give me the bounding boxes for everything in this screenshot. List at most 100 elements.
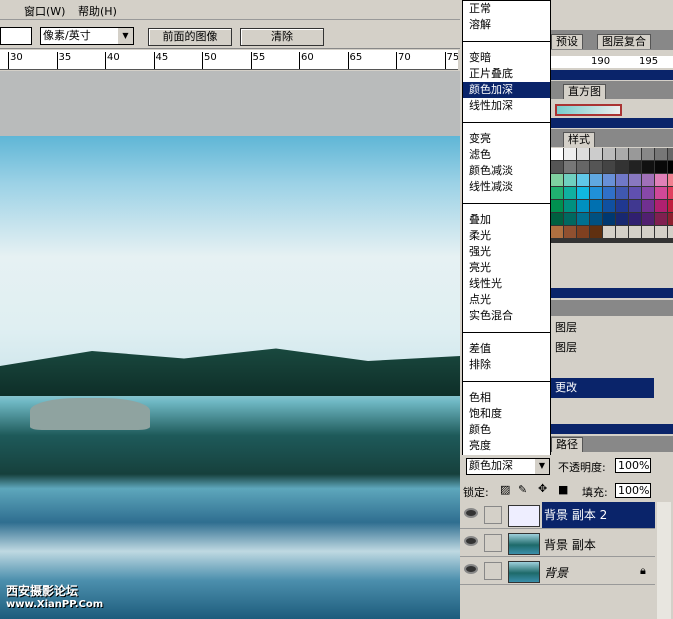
eye-icon[interactable] [464,564,478,574]
blend-mode-option[interactable]: 线性加深 [463,98,550,114]
menu-help[interactable]: 帮助(H) [78,3,117,19]
lock-transparency-icon[interactable]: ▨ [500,483,510,496]
layer-name[interactable]: 背景 [544,564,568,581]
blend-mode-option[interactable]: 亮光 [463,260,550,276]
menu-window[interactable]: 窗口(W) [24,3,65,19]
layer-row[interactable]: 背景 副本 [460,530,655,557]
tab-styles[interactable]: 样式 [563,132,595,147]
color-swatch[interactable] [590,213,602,225]
opacity-input[interactable]: 100% [615,458,651,473]
color-swatch[interactable] [668,174,673,186]
color-swatch[interactable] [590,148,602,160]
color-swatch[interactable] [616,213,628,225]
blend-mode-select[interactable]: 颜色加深 ▼ [466,458,550,475]
blend-mode-option[interactable]: 叠加 [463,212,550,228]
swatches-titlebar[interactable] [551,118,673,128]
color-swatch[interactable] [577,213,589,225]
color-swatch[interactable] [603,148,615,160]
color-swatch[interactable] [616,174,628,186]
history-item[interactable]: 图层 [551,318,654,338]
color-swatch[interactable] [642,174,654,186]
blend-mode-option[interactable]: 正片叠底 [463,66,550,82]
color-swatch[interactable] [655,161,667,173]
blend-mode-option[interactable]: 饱和度 [463,406,550,422]
blend-mode-option[interactable]: 排除 [463,357,550,373]
navigator-titlebar[interactable] [551,70,673,80]
color-swatch[interactable] [629,148,641,160]
color-swatch[interactable] [603,226,615,238]
blend-mode-option[interactable]: 强光 [463,244,550,260]
eye-icon[interactable] [464,536,478,546]
color-swatch[interactable] [551,187,563,199]
color-swatch[interactable] [590,226,602,238]
layers-titlebar[interactable] [551,424,673,434]
color-swatch[interactable] [629,213,641,225]
blend-mode-option[interactable]: 溶解 [463,17,550,33]
color-swatch[interactable] [564,200,576,212]
blend-mode-option[interactable]: 滤色 [463,147,550,163]
chevron-down-icon[interactable]: ▼ [118,28,133,44]
color-swatch[interactable] [655,213,667,225]
layer-row[interactable]: 背景 副本 2 [460,502,655,529]
blend-mode-option[interactable]: 颜色减淡 [463,163,550,179]
color-swatch[interactable] [603,187,615,199]
color-swatch[interactable] [551,200,563,212]
color-swatch[interactable] [564,187,576,199]
color-swatch[interactable] [590,174,602,186]
color-swatch[interactable] [668,161,673,173]
eye-icon[interactable] [464,508,478,518]
color-swatch[interactable] [655,226,667,238]
blend-mode-option[interactable]: 变暗 [463,50,550,66]
blend-mode-option[interactable]: 差值 [463,341,550,357]
color-swatch[interactable] [616,200,628,212]
color-swatch[interactable] [551,174,563,186]
color-swatch[interactable] [629,200,641,212]
blend-mode-option[interactable]: 线性减淡 [463,179,550,195]
color-swatch[interactable] [603,213,615,225]
blend-mode-option[interactable]: 颜色 [463,422,550,438]
color-swatch[interactable] [616,226,628,238]
tab-layer-comps[interactable]: 图层复合 [597,34,651,49]
color-swatch[interactable] [603,200,615,212]
color-swatch[interactable] [564,161,576,173]
color-swatch[interactable] [668,226,673,238]
color-swatch[interactable] [616,148,628,160]
layer-name[interactable]: 背景 副本 2 [542,502,655,528]
blend-mode-option[interactable]: 亮度 [463,438,550,454]
color-swatch[interactable] [629,174,641,186]
color-swatch[interactable] [668,148,673,160]
color-swatch[interactable] [655,148,667,160]
unit-select[interactable]: 像素/英寸 ▼ [40,27,134,45]
lock-all-icon[interactable]: ■ [558,483,568,496]
blend-mode-option[interactable]: 柔光 [463,228,550,244]
blend-mode-option[interactable]: 线性光 [463,276,550,292]
color-swatch[interactable] [668,213,673,225]
color-swatch[interactable] [577,161,589,173]
color-swatch[interactable] [616,187,628,199]
tab-histogram[interactable]: 直方图 [563,84,606,99]
tab-paths[interactable]: 路径 [551,437,583,452]
color-swatch[interactable] [590,187,602,199]
blend-mode-option[interactable]: 正常 [463,1,550,17]
color-swatch[interactable] [551,161,563,173]
link-box[interactable] [484,562,502,580]
history-item-selected[interactable]: 更改 [551,378,654,398]
color-swatch[interactable] [668,200,673,212]
color-swatch[interactable] [564,226,576,238]
color-swatch[interactable] [551,226,563,238]
lock-brush-icon[interactable]: ✎ [518,483,527,496]
color-swatch[interactable] [629,226,641,238]
clear-button[interactable]: 清除 [240,28,324,46]
color-swatch[interactable] [629,161,641,173]
color-swatch[interactable] [655,200,667,212]
color-swatch[interactable] [668,187,673,199]
color-swatch[interactable] [642,226,654,238]
history-item[interactable]: 图层 [551,338,654,358]
color-swatch[interactable] [603,174,615,186]
blend-mode-option[interactable]: 点光 [463,292,550,308]
navigator-preview[interactable] [555,104,622,116]
color-swatch[interactable] [629,187,641,199]
front-image-button[interactable]: 前面的图像 [148,28,232,46]
color-swatch[interactable] [564,174,576,186]
color-swatch[interactable] [642,161,654,173]
